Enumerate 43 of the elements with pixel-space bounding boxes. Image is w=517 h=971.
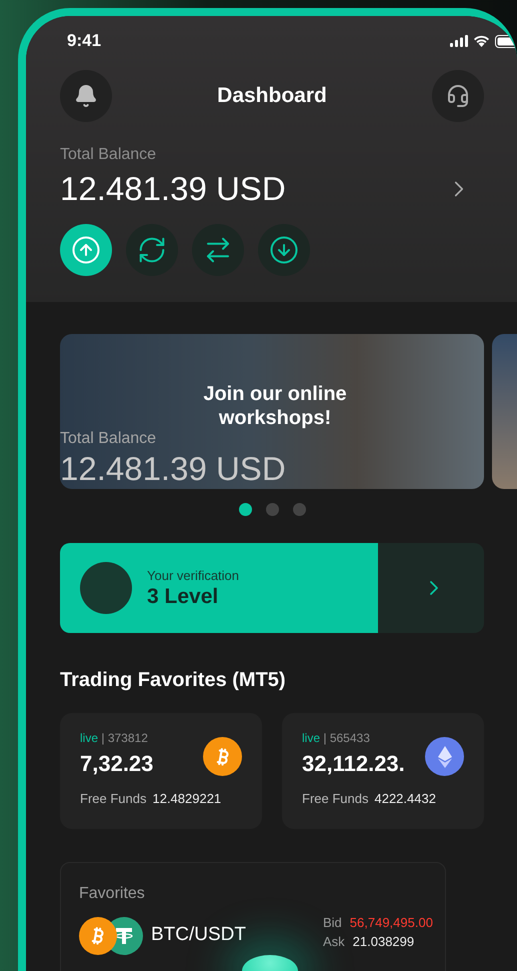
tether-icon: [114, 926, 134, 946]
ethereum-icon: [438, 746, 452, 768]
carousel-dot[interactable]: [266, 503, 279, 516]
faded-balance-amount: 12.481.39 USD: [60, 450, 286, 488]
free-funds: Free Funds 12.4829221: [80, 791, 222, 806]
arrow-up-icon: [71, 235, 101, 265]
status-time: 9:41: [67, 31, 102, 51]
account-card[interactable]: live | 565433 32,112.23. Free Funds 4222.4432: [282, 713, 484, 829]
bell-icon: [74, 84, 98, 108]
notifications-button[interactable]: [60, 70, 112, 122]
account-id: live | 373812: [80, 731, 149, 745]
action-button[interactable]: [126, 224, 178, 276]
banner-title: Join our online workshops!: [202, 382, 348, 430]
balance-label: Total Balance: [60, 146, 158, 164]
arrow-down-icon: [269, 235, 299, 265]
wifi-icon: [473, 35, 490, 47]
ask-price: Ask 21.038299: [323, 934, 416, 949]
favorites-title: Favorites: [79, 885, 146, 903]
section-title: Trading Favorites (MT5): [60, 669, 287, 692]
action-button[interactable]: [192, 224, 244, 276]
verification-card[interactable]: Your verification 3 Level: [60, 543, 484, 633]
support-button[interactable]: [432, 70, 484, 122]
carousel-dot[interactable]: [239, 503, 252, 516]
account-amount: 32,112.23.: [302, 751, 405, 777]
balance-amount: 12.481.39 USD: [60, 170, 286, 208]
verification-level: 3 Level: [147, 584, 220, 608]
refresh-icon: [137, 235, 167, 265]
free-funds: Free Funds 4222.4432: [302, 791, 437, 806]
page-title: Dashboard: [217, 84, 327, 108]
faded-balance-label: Total Balance: [60, 430, 156, 448]
headset-icon: [446, 84, 470, 108]
verification-caption: Your verification: [147, 568, 240, 582]
account-id: live | 565433: [302, 731, 371, 745]
account-amount: 7,32.23: [80, 751, 154, 777]
signal-icon: [450, 35, 468, 47]
action-button[interactable]: [60, 224, 112, 276]
carousel-dot[interactable]: [293, 503, 306, 516]
workshop-banner[interactable]: Join our online workshops! Total Balance 12.481.39 USD: [60, 334, 484, 489]
account-card[interactable]: live | 373812 7,32.23 Free Funds 12.4829221: [60, 713, 262, 829]
action-button[interactable]: [258, 224, 310, 276]
battery-icon: [495, 34, 517, 48]
pair-name: BTC/USDT: [151, 924, 247, 946]
bid-price: Bid 56,749,495.00: [323, 915, 433, 930]
